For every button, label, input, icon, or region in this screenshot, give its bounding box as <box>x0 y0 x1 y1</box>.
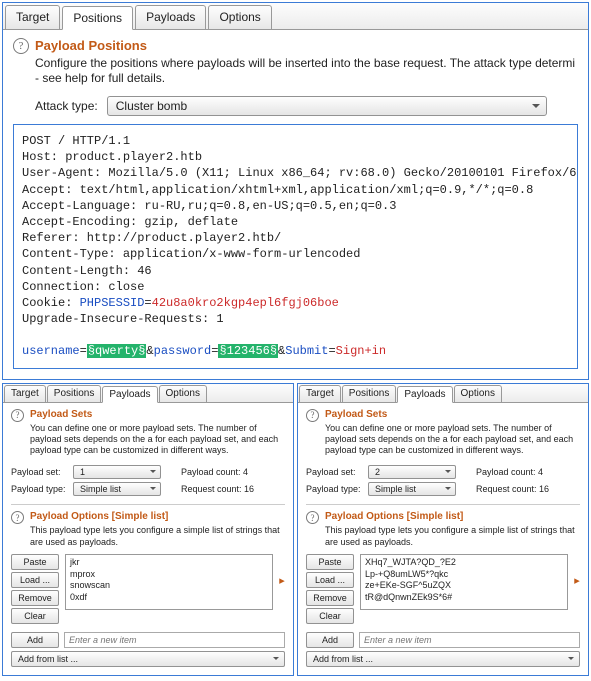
add-from-list-select[interactable]: Add from list ... <box>306 651 580 667</box>
payload-sets-desc: You can define one or more payload sets.… <box>30 423 285 457</box>
payload-count: Payload count: 4 <box>181 467 248 477</box>
payload-type-label: Payload type: <box>306 484 364 494</box>
list-item[interactable]: mprox <box>68 569 270 581</box>
list-item[interactable]: 0xdf <box>68 592 270 604</box>
remove-button[interactable]: Remove <box>306 590 354 606</box>
attack-type-label: Attack type: <box>35 99 98 113</box>
tab-positions[interactable]: Positions <box>62 6 133 30</box>
payload-sets-desc: You can define one or more payload sets.… <box>325 423 580 457</box>
list-item[interactable]: XHq7_WJTA?QD_?E2 <box>363 557 565 569</box>
payload-type-select[interactable]: Simple list <box>73 482 161 496</box>
caret-right-icon: ▸ <box>279 554 285 587</box>
help-icon[interactable]: ? <box>306 409 319 422</box>
paste-button[interactable]: Paste <box>306 554 354 570</box>
tab-target[interactable]: Target <box>4 385 46 402</box>
tab-options[interactable]: Options <box>208 5 271 29</box>
paste-button[interactable]: Paste <box>11 554 59 570</box>
tab-target[interactable]: Target <box>5 5 60 29</box>
payload-set-select[interactable]: 1 <box>73 465 161 479</box>
payload-list[interactable]: XHq7_WJTA?QD_?E2 Lp-+Q8umLW5*?qkc ze+EKe… <box>360 554 568 610</box>
tab-options[interactable]: Options <box>454 385 502 402</box>
tab-payloads[interactable]: Payloads <box>102 386 157 403</box>
help-icon[interactable]: ? <box>11 511 24 524</box>
list-item[interactable]: snowscan <box>68 580 270 592</box>
payload-set-label: Payload set: <box>11 467 69 477</box>
payload-panel-right: Target Positions Payloads Options ? Payl… <box>297 383 589 676</box>
payload-type-select[interactable]: Simple list <box>368 482 456 496</box>
add-button[interactable]: Add <box>11 632 59 648</box>
tab-target[interactable]: Target <box>299 385 341 402</box>
help-icon[interactable]: ? <box>11 409 24 422</box>
section-title: Payload Positions <box>35 38 578 53</box>
help-icon[interactable]: ? <box>13 38 29 54</box>
payload-sets-title: Payload Sets <box>325 409 580 420</box>
tab-positions[interactable]: Positions <box>47 385 102 402</box>
list-item[interactable]: Lp-+Q8umLW5*?qkc <box>363 569 565 581</box>
add-button[interactable]: Add <box>306 632 354 648</box>
payload-options-desc: This payload type lets you configure a s… <box>325 525 580 548</box>
payload-panel-left: Target Positions Payloads Options ? Payl… <box>2 383 294 676</box>
tab-positions[interactable]: Positions <box>342 385 397 402</box>
list-item[interactable]: tR@dQnwnZEk9S*6# <box>363 592 565 604</box>
top-tabs: Target Positions Payloads Options <box>3 3 588 30</box>
add-from-list-select[interactable]: Add from list ... <box>11 651 285 667</box>
tab-payloads[interactable]: Payloads <box>135 5 206 29</box>
new-item-input[interactable] <box>359 632 580 648</box>
caret-right-icon: ▸ <box>574 554 580 587</box>
section-desc: Configure the positions where payloads w… <box>35 56 578 86</box>
payload-count: Payload count: 4 <box>476 467 543 477</box>
right-tabs: Target Positions Payloads Options <box>298 384 588 403</box>
payload-options-desc: This payload type lets you configure a s… <box>30 525 285 548</box>
attack-type-select[interactable]: Cluster bomb <box>107 96 547 116</box>
help-icon[interactable]: ? <box>306 511 319 524</box>
remove-button[interactable]: Remove <box>11 590 59 606</box>
tab-payloads[interactable]: Payloads <box>397 386 452 403</box>
load-button[interactable]: Load ... <box>306 572 354 588</box>
left-tabs: Target Positions Payloads Options <box>3 384 293 403</box>
request-editor[interactable]: POST / HTTP/1.1 Host: product.player2.ht… <box>13 124 578 369</box>
tab-options[interactable]: Options <box>159 385 207 402</box>
payload-options-title: Payload Options [Simple list] <box>325 511 580 522</box>
payload-set-select[interactable]: 2 <box>368 465 456 479</box>
request-count: Request count: 16 <box>181 484 254 494</box>
payload-type-label: Payload type: <box>11 484 69 494</box>
new-item-input[interactable] <box>64 632 285 648</box>
clear-button[interactable]: Clear <box>306 608 354 624</box>
load-button[interactable]: Load ... <box>11 572 59 588</box>
payload-list[interactable]: jkr mprox snowscan 0xdf <box>65 554 273 610</box>
positions-panel: Target Positions Payloads Options ? Payl… <box>2 2 589 380</box>
list-item[interactable]: jkr <box>68 557 270 569</box>
payload-set-label: Payload set: <box>306 467 364 477</box>
request-count: Request count: 16 <box>476 484 549 494</box>
payload-options-title: Payload Options [Simple list] <box>30 511 285 522</box>
clear-button[interactable]: Clear <box>11 608 59 624</box>
payload-sets-title: Payload Sets <box>30 409 285 420</box>
list-item[interactable]: ze+EKe-SGF^5uZQX <box>363 580 565 592</box>
